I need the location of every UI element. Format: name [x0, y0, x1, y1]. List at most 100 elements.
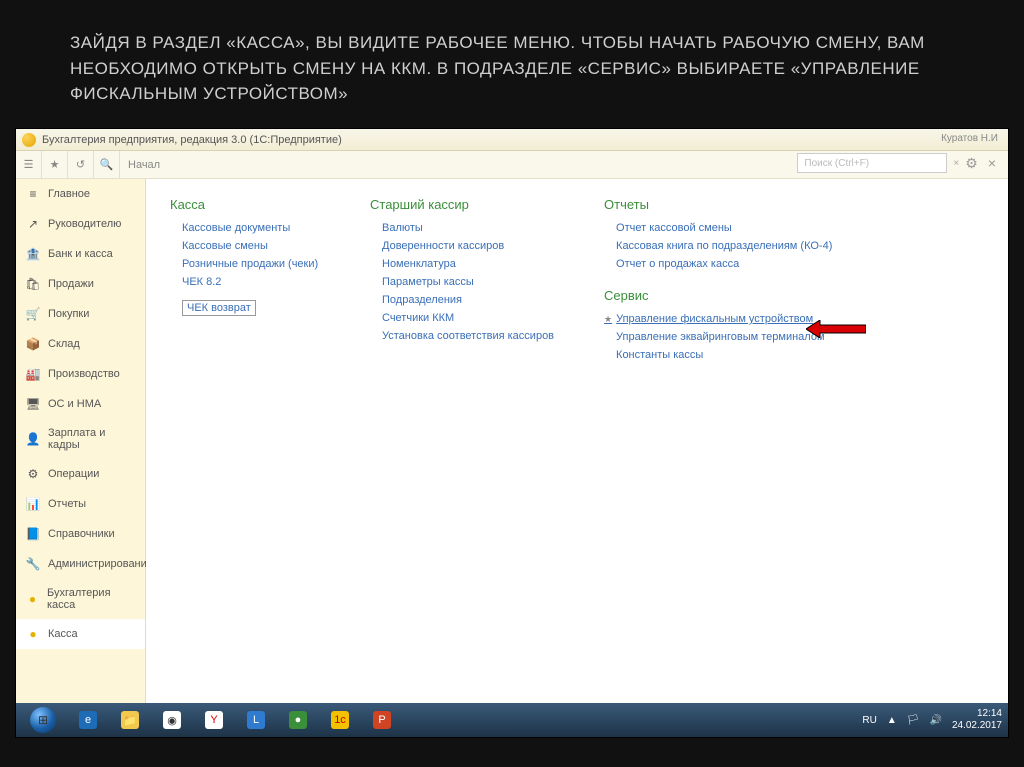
circle-icon: ●: [26, 592, 39, 606]
bag-icon: 🛍: [26, 277, 40, 291]
person-icon: 👤: [26, 432, 40, 446]
link-kassa-constants[interactable]: Константы кассы: [616, 349, 832, 361]
tray-icon[interactable]: ▲: [887, 715, 897, 726]
sidebar-item-production[interactable]: 🏭 Производство: [16, 359, 145, 389]
column-kassa: Касса Кассовые документы Кассовые смены …: [170, 197, 320, 717]
factory-icon: 🏭: [26, 367, 40, 381]
taskbar-app1[interactable]: L: [236, 706, 276, 734]
sidebar-item-bank[interactable]: 🏦 Банк и касса: [16, 239, 145, 269]
sidebar-item-refs[interactable]: 📘 Справочники: [16, 519, 145, 549]
link-cashier-mapping[interactable]: Установка соответствия кассиров: [382, 330, 554, 342]
window-titlebar: Бухгалтерия предприятия, редакция 3.0 (1…: [16, 129, 1008, 151]
taskbar-tray: RU ▲ 🏳 🔊 12:14 24.02.2017: [862, 708, 1002, 732]
taskbar-yandex[interactable]: Y: [194, 706, 234, 734]
sidebar-item-stock[interactable]: 📦 Склад: [16, 329, 145, 359]
sidebar-item-main[interactable]: ≡ Главное: [16, 179, 145, 209]
column-senior-cashier: Старший кассир Валюты Доверенности касси…: [370, 197, 554, 717]
sidebar-item-label: Отчеты: [48, 498, 86, 510]
sidebar-item-label: Администрирование: [48, 558, 153, 570]
date: 24.02.2017: [952, 720, 1002, 732]
link-nomenclature[interactable]: Номенклатура: [382, 258, 554, 270]
monitor-icon: 🖥: [26, 397, 40, 411]
link-check-return[interactable]: ЧЕК возврат: [182, 300, 256, 316]
link-kassa-docs[interactable]: Кассовые документы: [182, 222, 320, 234]
sidebar-item-label: Главное: [48, 188, 90, 200]
link-sales-report[interactable]: Отчет о продажах касса: [616, 258, 832, 270]
taskbar-explorer[interactable]: 📁: [110, 706, 150, 734]
book-icon: 📘: [26, 527, 40, 541]
breadcrumb[interactable]: Начал: [120, 151, 168, 178]
app-window: Бухгалтерия предприятия, редакция 3.0 (1…: [15, 128, 1009, 738]
taskbar-ie[interactable]: e: [68, 706, 108, 734]
sidebar-item-label: Бухгалтерия касса: [47, 587, 135, 611]
tray-icon[interactable]: 🏳: [907, 715, 920, 726]
sidebar-item-label: Справочники: [48, 528, 115, 540]
window-title: Бухгалтерия предприятия, редакция 3.0 (1…: [42, 134, 342, 146]
bank-icon: 🏦: [26, 247, 40, 261]
toolbar: ☰ ★ ↺ 🔍 Начал Поиск (Ctrl+F) × ⚙ ×: [16, 151, 1008, 179]
taskbar-chrome[interactable]: ◉: [152, 706, 192, 734]
sidebar-item-kassa[interactable]: ● Касса: [16, 619, 145, 649]
link-departments[interactable]: Подразделения: [382, 294, 554, 306]
link-acquiring-terminal[interactable]: Управление эквайринговым терминалом: [616, 331, 832, 343]
sidebar: ≡ Главное ↗ Руководителю 🏦 Банк и касса 🛍 Пр…: [16, 179, 146, 735]
start-button[interactable]: ⊞: [20, 706, 66, 734]
tray-icon[interactable]: 🔊: [929, 715, 941, 726]
link-kkm-counters[interactable]: Счетчики ККМ: [382, 312, 554, 324]
chart-icon: ↗: [26, 217, 40, 231]
slide-title: ЗАЙДЯ В РАЗДЕЛ «КАССА», ВЫ ВИДИТЕ РАБОЧЕ…: [0, 0, 1024, 117]
search-dropdown-icon[interactable]: ×: [953, 158, 959, 169]
windows-icon: ⊞: [30, 707, 56, 733]
sidebar-item-reports[interactable]: 📊 Отчеты: [16, 489, 145, 519]
column-title-service: Сервис: [604, 288, 832, 303]
sidebar-item-manager[interactable]: ↗ Руководителю: [16, 209, 145, 239]
gear-icon: ⚙: [26, 467, 40, 481]
link-powers-of-attorney[interactable]: Доверенности кассиров: [382, 240, 554, 252]
circle-icon: ●: [26, 627, 40, 641]
link-kassa-params[interactable]: Параметры кассы: [382, 276, 554, 288]
sidebar-item-accounting-kassa[interactable]: ● Бухгалтерия касса: [16, 579, 145, 619]
link-cash-book[interactable]: Кассовая книга по подразделениям (КО-4): [616, 240, 832, 252]
taskbar-1c[interactable]: 1c: [320, 706, 360, 734]
gear-icon[interactable]: ⚙: [965, 155, 978, 172]
clock[interactable]: 12:14 24.02.2017: [952, 708, 1002, 732]
sidebar-item-label: Склад: [48, 338, 80, 350]
taskbar-powerpoint[interactable]: P: [362, 706, 402, 734]
sidebar-item-label: Производство: [48, 368, 120, 380]
sidebar-item-sales[interactable]: 🛍 Продажи: [16, 269, 145, 299]
link-fiscal-device[interactable]: Управление фискальным устройством: [616, 313, 832, 325]
sidebar-item-label: Покупки: [48, 308, 89, 320]
sidebar-item-label: ОС и НМА: [48, 398, 101, 410]
link-kassa-shifts[interactable]: Кассовые смены: [182, 240, 320, 252]
bars-icon: 📊: [26, 497, 40, 511]
link-retail-sales[interactable]: Розничные продажи (чеки): [182, 258, 320, 270]
sidebar-item-operations[interactable]: ⚙ Операции: [16, 459, 145, 489]
box-icon: 📦: [26, 337, 40, 351]
sidebar-item-label: Зарплата и кадры: [48, 427, 135, 451]
sidebar-item-label: Руководителю: [48, 218, 121, 230]
sidebar-item-label: Банк и касса: [48, 248, 113, 260]
sidebar-item-salary[interactable]: 👤 Зарплата и кадры: [16, 419, 145, 459]
sidebar-item-admin[interactable]: 🔧Администрирование: [16, 549, 145, 579]
search-icon[interactable]: 🔍: [94, 151, 120, 178]
taskbar-app2[interactable]: ●: [278, 706, 318, 734]
close-icon[interactable]: ×: [984, 155, 1000, 171]
sidebar-item-purchases[interactable]: 🛒Покупки: [16, 299, 145, 329]
star-icon[interactable]: ★: [42, 151, 68, 178]
link-currencies[interactable]: Валюты: [382, 222, 554, 234]
link-check-82[interactable]: ЧЕК 8.2: [182, 276, 320, 288]
link-shift-report[interactable]: Отчет кассовой смены: [616, 222, 832, 234]
column-title: Касса: [170, 197, 320, 212]
menu-icon[interactable]: ☰: [16, 151, 42, 178]
sidebar-item-label: Касса: [48, 628, 78, 640]
sidebar-item-label: Операции: [48, 468, 99, 480]
search-input[interactable]: Поиск (Ctrl+F): [797, 153, 947, 173]
sidebar-item-os[interactable]: 🖥 ОС и НМА: [16, 389, 145, 419]
menu-icon: ≡: [26, 187, 40, 201]
lang-indicator[interactable]: RU: [862, 715, 876, 726]
app-icon: [22, 133, 36, 147]
sidebar-item-label: Продажи: [48, 278, 94, 290]
history-icon[interactable]: ↺: [68, 151, 94, 178]
time: 12:14: [952, 708, 1002, 720]
user-badge: Куратов Н.И: [941, 133, 998, 144]
